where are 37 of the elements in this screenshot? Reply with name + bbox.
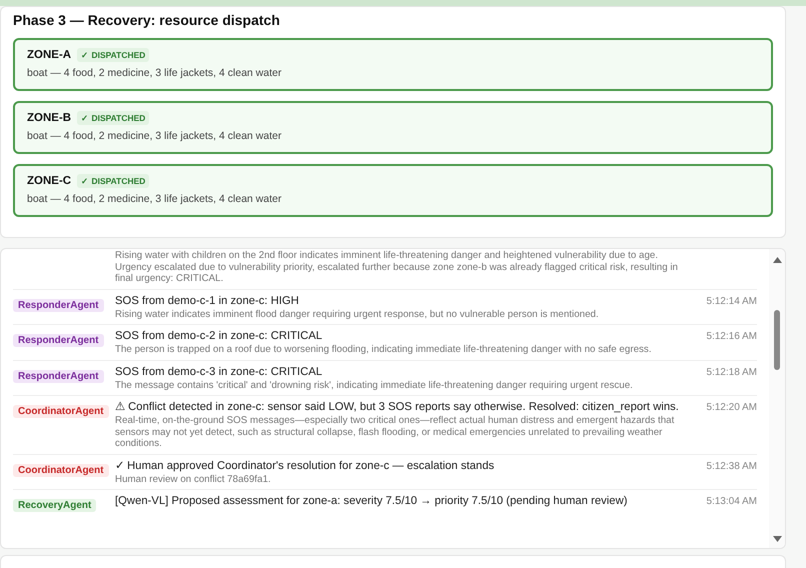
scroll-up-icon[interactable] <box>772 257 782 263</box>
log-detail: The person is trapped on a roof due to worsening flooding, indicating immediate life-threatening danger with no safe egress. <box>115 344 652 356</box>
agent-badge: ResponderAgent <box>13 334 104 347</box>
status-badge: ✓ DISPATCHED <box>77 48 150 62</box>
log-time: 5:12:16 AM <box>706 331 757 342</box>
agent-badge: ResponderAgent <box>13 298 104 312</box>
log-detail: Human review on conflict 78a69fa1. <box>115 474 272 485</box>
zone-name: ZONE-A <box>27 49 72 61</box>
log-time: 5:12:18 AM <box>706 366 757 378</box>
scrollbar-thumb[interactable] <box>774 310 780 370</box>
resource-text: boat — 4 food, 2 medicine, 3 life jackets, 4 clean water <box>27 193 282 205</box>
scroll-down-icon[interactable] <box>772 536 782 542</box>
log-title: ✓ Human approved Coordinator's resolution for zone-c — escalation stands <box>115 460 496 472</box>
log-time: 5:12:14 AM <box>706 296 757 306</box>
log-title: SOS from demo-c-2 in zone-c: CRITICAL <box>115 330 324 343</box>
zone-name: ZONE-C <box>27 175 72 187</box>
resource-text: boat — 4 food, 2 medicine, 3 life jackets, 4 clean water <box>27 130 282 142</box>
status-badge: ✓ DISPATCHED <box>77 111 150 125</box>
agent-badge: CoordinatorAgent <box>13 464 109 476</box>
agent-badge: ResponderAgent <box>13 370 104 382</box>
log-time: 5:13:04 AM <box>706 496 757 507</box>
log-time: 5:12:20 AM <box>706 402 757 413</box>
log-title: [Qwen-VL] Proposed assessment for zone-a: severity 7.5/10 → priority 7.5/10 (pending human review) <box>115 495 628 508</box>
log-title: SOS from demo-c-3 in zone-c: CRITICAL <box>115 366 324 378</box>
log-detail: Rising water indicates imminent flood danger requiring urgent response, but no vulnerable person is mentioned. <box>115 308 600 320</box>
log-time: 5:12:38 AM <box>706 460 757 472</box>
log-title: SOS from demo-c-1 in zone-c: HIGH <box>115 294 300 308</box>
resource-text: boat — 4 food, 2 medicine, 3 life jackets, 4 clean water <box>27 67 282 79</box>
log-detail: Real-time, on-the-ground SOS messages—especially two critical ones—reflect actual human distress and emergent hazards that sensors may not yet detect, such as structural collapse, flash flooding, or medical emergencies unrelated to prevailing weather conditions. <box>115 415 676 450</box>
log-title: ⚠ Conflict detected in zone-c: sensor said LOW, but 3 SOS reports say otherwise. Resolved: citizen_report wins. <box>115 401 680 414</box>
agent-badge: RecoveryAgent <box>13 499 96 512</box>
panel-title: Phase 3 — Recovery: resource dispatch <box>13 12 281 28</box>
agent-badge: CoordinatorAgent <box>13 405 109 418</box>
status-badge: ✓ DISPATCHED <box>77 174 150 188</box>
log-detail: Rising water with children on the 2nd floor indicates imminent life-threatening danger and heightened vulnerability due to age. Urgency escalated due to vulnerability priority, escalated further because zone zone-b was already flagged critical risk, resulting in final urgency: CRITICAL. <box>115 250 679 284</box>
log-detail: The message contains 'critical' and 'drowning risk', indicating immediate life-threatening danger requiring urgent rescue. <box>115 380 634 391</box>
zone-name: ZONE-B <box>27 112 72 124</box>
